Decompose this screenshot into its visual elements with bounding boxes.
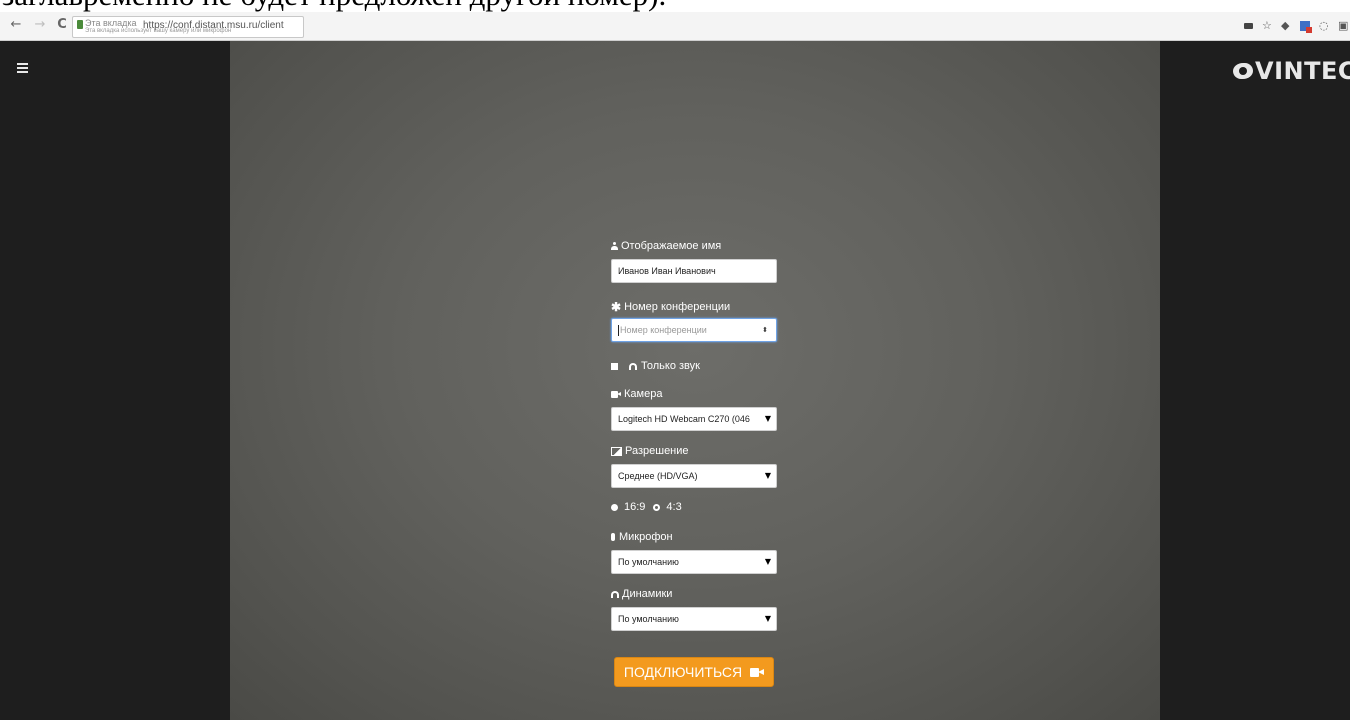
camera-select-value: Logitech HD Webcam C270 (046 xyxy=(618,414,750,424)
dropdown-arrow-icon: ▼ xyxy=(764,471,771,480)
logo-text: VINTEC xyxy=(1255,57,1350,85)
camera-icon[interactable] xyxy=(1244,23,1253,29)
dropdown-arrow-icon: ▼ xyxy=(764,614,771,623)
headphones-icon xyxy=(611,590,619,598)
puzzle-icon[interactable]: ◆ xyxy=(1281,20,1291,31)
speakers-select[interactable]: По умолчанию ▼ xyxy=(611,607,777,631)
aspect-4-3-radio[interactable] xyxy=(653,503,661,511)
connect-button[interactable]: ПОДКЛЮЧИТЬСЯ xyxy=(614,657,774,687)
menu-icon[interactable]: ▣ xyxy=(1338,20,1348,31)
speakers-label: Динамики xyxy=(611,587,781,601)
address-bar[interactable]: Эта вкладка https://conf.distant.msu.ru/… xyxy=(72,16,304,38)
conference-number-input[interactable]: Номер конференции ⬍ xyxy=(611,318,777,342)
camera-in-use-note: Эта вкладка использует вашу камеру или м… xyxy=(85,28,232,34)
speakers-select-value: По умолчанию xyxy=(618,614,679,624)
aspect-16-9-label: 16:9 xyxy=(624,501,646,513)
display-name-input[interactable]: Иванов Иван Иванович xyxy=(611,259,777,283)
forward-arrow-icon[interactable]: → xyxy=(32,16,48,34)
conference-number-placeholder: Номер конференции xyxy=(620,325,707,335)
eye-logo-icon xyxy=(1233,63,1254,79)
display-name-label: Отображаемое имя xyxy=(611,239,781,253)
resolution-select-value: Среднее (HD/VGA) xyxy=(618,471,698,481)
resolution-label-text: Разрешение xyxy=(625,445,689,457)
aspect-16-9-radio[interactable] xyxy=(611,503,618,511)
connection-form: Отображаемое имя Иванов Иван Иванович ✱ … xyxy=(611,239,781,687)
dropdown-arrow-icon: ▼ xyxy=(764,557,771,566)
microphone-label-text: Микрофон xyxy=(619,531,673,543)
speakers-label-text: Динамики xyxy=(622,588,673,600)
audio-only-row: Только звук xyxy=(611,359,781,373)
resolution-label: Разрешение xyxy=(611,444,781,458)
audio-only-checkbox[interactable] xyxy=(611,362,618,370)
microphone-label: Микрофон xyxy=(611,530,781,544)
picture-icon xyxy=(611,446,622,456)
vintec-logo: VINTEC xyxy=(1233,55,1350,87)
user-icon xyxy=(611,242,618,250)
resolution-select[interactable]: Среднее (HD/VGA) ▼ xyxy=(611,464,777,488)
video-camera-icon xyxy=(750,667,765,677)
lock-icon xyxy=(77,20,83,29)
spinner-arrows-icon[interactable]: ⬍ xyxy=(762,319,768,341)
camera-label-text: Камера xyxy=(624,388,663,400)
text-caret xyxy=(618,325,619,337)
conference-number-label: ✱ Номер конференции xyxy=(611,300,781,314)
dropdown-arrow-icon: ▼ xyxy=(764,414,771,423)
microphone-select[interactable]: По умолчанию ▼ xyxy=(611,550,777,574)
site-info-label[interactable]: Эта вкладка xyxy=(85,18,136,28)
aspect-ratio-row: 16:9 4:3 xyxy=(611,500,781,514)
audio-only-label: Только звук xyxy=(641,360,700,372)
star-icon[interactable]: ☆ xyxy=(1262,20,1272,31)
asterisk-icon: ✱ xyxy=(611,300,622,314)
back-arrow-icon[interactable]: ← xyxy=(8,16,24,34)
plugin-icon[interactable]: ◌ xyxy=(1319,20,1329,31)
connect-button-label: ПОДКЛЮЧИТЬСЯ xyxy=(623,664,743,680)
reload-icon[interactable]: C xyxy=(54,16,70,34)
mail-icon[interactable] xyxy=(1300,21,1312,33)
microphone-icon xyxy=(611,533,615,541)
browser-toolbar: ← → C Эта вкладка https://conf.distant.m… xyxy=(0,12,1350,41)
hamburger-menu-icon[interactable] xyxy=(17,63,28,73)
aspect-4-3-label: 4:3 xyxy=(666,501,682,513)
headphones-icon xyxy=(629,362,637,370)
conference-number-label-text: Номер конференции xyxy=(624,301,731,313)
camera-select[interactable]: Logitech HD Webcam C270 (046 ▼ xyxy=(611,407,777,431)
extension-icons: ☆ ◆ ◌ ▣ xyxy=(1244,17,1348,35)
microphone-select-value: По умолчанию xyxy=(618,557,679,567)
display-name-label-text: Отображаемое имя xyxy=(621,240,722,252)
app-container: VINTEC Отображаемое имя Иванов Иван Иван… xyxy=(0,41,1350,720)
document-text: заглавременно не будет предложен другой … xyxy=(0,0,1350,12)
video-camera-icon xyxy=(611,390,621,398)
camera-label: Камера xyxy=(611,387,781,401)
